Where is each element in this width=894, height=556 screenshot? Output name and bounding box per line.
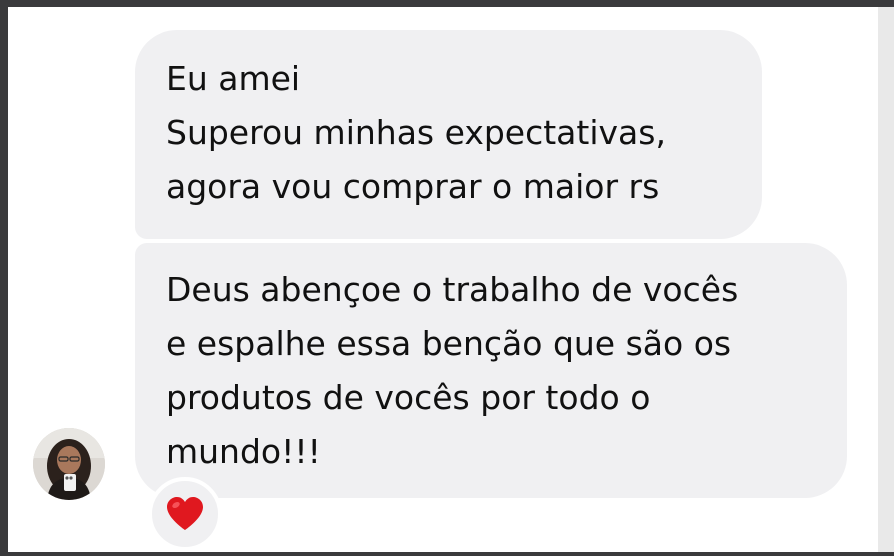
message-line: mundo!!! (166, 432, 321, 471)
heart-icon (167, 497, 203, 530)
avatar-photo (33, 428, 105, 500)
message-line: Deus abençoe o trabalho de vocês (166, 270, 739, 309)
chat-window: Eu amei Superou minhas expectativas, ago… (8, 7, 878, 552)
message-bubble[interactable]: Deus abençoe o trabalho de vocês e espal… (135, 243, 847, 498)
message-line: Eu amei (166, 59, 301, 98)
reaction-badge[interactable] (148, 477, 222, 551)
avatar[interactable] (33, 428, 105, 500)
message-line: agora vou comprar o maior rs (166, 167, 660, 206)
window-edge (878, 7, 894, 552)
message-line: Superou minhas expectativas, (166, 113, 666, 152)
message-line: e espalhe essa benção que são os (166, 324, 732, 363)
message-line: produtos de vocês por todo o (166, 378, 651, 417)
message-bubble[interactable]: Eu amei Superou minhas expectativas, ago… (135, 30, 762, 239)
